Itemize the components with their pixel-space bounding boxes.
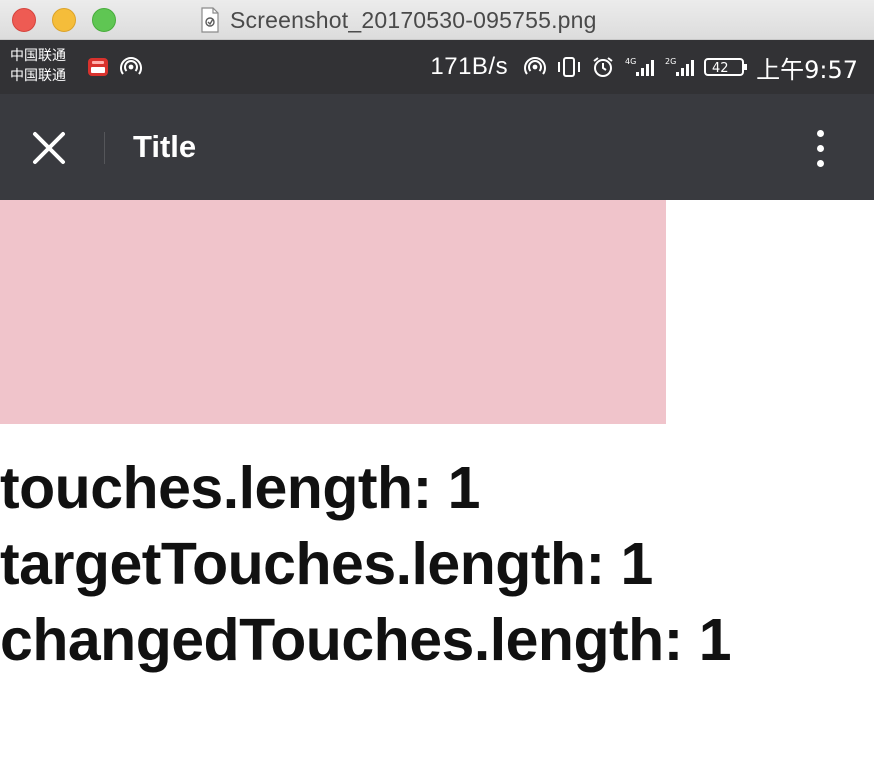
network-speed: 171B/s xyxy=(430,53,509,80)
target-touches-length: targetTouches.length: 1 xyxy=(0,531,653,597)
window-titlebar: Screenshot_20170530-095755.png xyxy=(0,0,874,40)
touches-length: touches.length: 1 xyxy=(0,455,480,521)
zoom-window-button[interactable] xyxy=(92,8,116,32)
page-title: Title xyxy=(133,129,197,164)
signal-2g-icon: 2G xyxy=(665,57,695,76)
battery-level: 42 xyxy=(712,61,729,76)
notification-app-icon xyxy=(88,58,108,76)
close-window-button[interactable] xyxy=(12,8,36,32)
png-file-icon xyxy=(201,7,219,33)
clock: 上午9:57 xyxy=(756,55,858,84)
status-right: 171B/s 4G 2G 42 上午9:57 xyxy=(430,40,858,94)
touch-area[interactable] xyxy=(0,200,666,424)
window-title: Screenshot_20170530-095755.png xyxy=(200,0,720,40)
vibrate-icon xyxy=(558,57,581,77)
touch-info: touches.length: 1 targetTouches.length: … xyxy=(0,450,732,678)
more-options-button[interactable] xyxy=(802,120,838,176)
changed-touches-length: changedTouches.length: 1 xyxy=(0,607,732,673)
signal-1-label: 4G xyxy=(625,57,636,66)
carrier-names: 中国联通 中国联通 xyxy=(10,46,66,86)
hotspot-icon xyxy=(120,57,142,75)
carrier-2: 中国联通 xyxy=(10,68,66,84)
minimize-window-button[interactable] xyxy=(52,8,76,32)
action-bar: Title xyxy=(0,94,874,200)
close-button[interactable] xyxy=(24,123,74,173)
signal-4g-icon: 4G xyxy=(625,57,655,76)
divider xyxy=(104,132,105,164)
alarm-icon xyxy=(593,57,613,77)
window-title-text: Screenshot_20170530-095755.png xyxy=(230,6,597,33)
hotspot-icon xyxy=(524,57,547,75)
close-icon xyxy=(33,132,65,164)
battery-icon: 42 xyxy=(704,58,748,76)
carrier-1: 中国联通 xyxy=(10,48,66,64)
signal-2-label: 2G xyxy=(665,57,676,66)
more-vertical-icon xyxy=(816,129,824,137)
status-bar: 中国联通 中国联通 171B/s 4G 2G 42 上午9:57 xyxy=(0,40,874,94)
